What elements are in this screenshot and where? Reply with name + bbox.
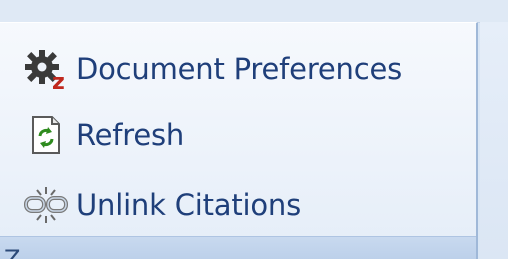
ribbon-top-strip [0, 0, 508, 23]
refresh-button[interactable]: Refresh [16, 110, 184, 160]
ribbon-group-footer: Z [0, 236, 476, 259]
ribbon-group-label: Z [4, 245, 21, 259]
document-preferences-label: Document Preferences [76, 52, 403, 86]
gear-with-z-icon: z [16, 47, 76, 91]
broken-link-icon [16, 183, 76, 227]
ribbon-adjacent-area [480, 22, 508, 259]
unlink-citations-label: Unlink Citations [76, 188, 302, 222]
document-preferences-button[interactable]: z Document Preferences [16, 44, 402, 94]
refresh-document-icon [16, 113, 76, 157]
svg-text:z: z [52, 70, 65, 91]
unlink-citations-button[interactable]: Unlink Citations [16, 180, 301, 230]
refresh-label: Refresh [76, 118, 185, 152]
